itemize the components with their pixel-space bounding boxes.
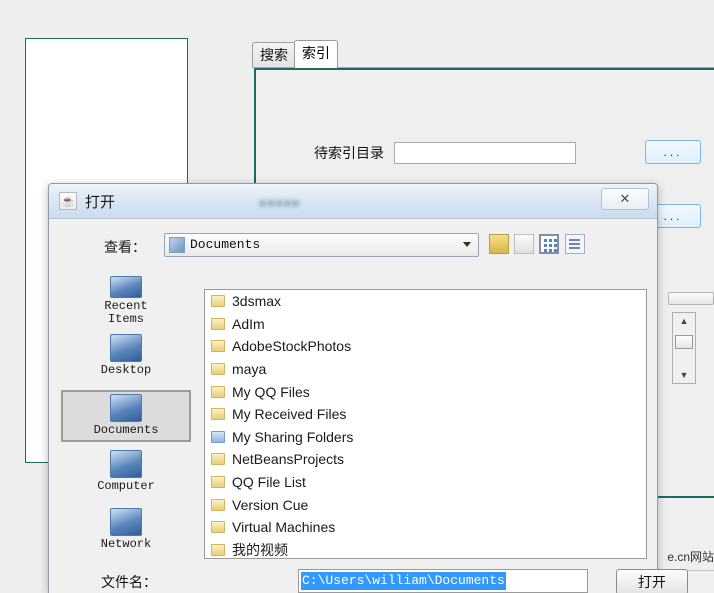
place-item-documents[interactable]: Documents [61, 390, 191, 442]
index-dir-input[interactable] [394, 142, 577, 164]
folder-icon [211, 543, 225, 556]
shared-folder-icon [211, 430, 225, 443]
scroll-up-icon[interactable]: ▲ [673, 313, 695, 329]
screen: 搜索 索引 待索引目录 ... ... ▲ ▼ e.cn网站 ☕ 打开 ■■■■… [0, 0, 714, 593]
browse-button-1[interactable]: ... [645, 140, 701, 164]
file-list-item[interactable]: 3dsmax [205, 290, 646, 313]
file-list-item-label: My QQ Files [232, 383, 310, 400]
network-icon [110, 508, 142, 536]
file-list-item[interactable]: Version Cue [205, 493, 646, 516]
dialog-titlebar[interactable]: ☕ 打开 ■■■■■ ✕ [49, 184, 657, 219]
folder-icon [211, 295, 225, 308]
index-dir-row: 待索引目录 [314, 142, 577, 164]
file-list-item-label: My Received Files [232, 406, 347, 423]
file-list-item-label: AdobeStockPhotos [232, 338, 352, 355]
tab-strip: 搜索 索引 [252, 40, 714, 68]
folder-icon [211, 476, 225, 489]
open-file-dialog: ☕ 打开 ■■■■■ ✕ 查看： Documents Recent Items … [48, 183, 688, 593]
places-sidebar: Recent Items Desktop Documents Computer Netw… [61, 274, 191, 551]
place-item-label: Computer [97, 479, 155, 493]
blurred-background-text: ■■■■■ [259, 196, 301, 210]
file-list-item-label: Virtual Machines [232, 519, 336, 536]
file-list-item[interactable]: NetBeansProjects [205, 448, 646, 471]
folder-icon [211, 498, 225, 511]
desktop-icon [110, 334, 142, 362]
file-list-item[interactable]: My Sharing Folders [205, 426, 646, 449]
file-list-item[interactable]: maya [205, 358, 646, 381]
details-view-icon[interactable] [565, 234, 585, 254]
java-coffee-icon: ☕ [59, 192, 77, 210]
file-list-item-label: NetBeansProjects [232, 451, 345, 468]
dialog-body: 查看： Documents Recent Items Desktop Docum… [49, 219, 688, 593]
vertical-scrollbar[interactable]: ▲ ▼ [672, 312, 696, 384]
list-view-icon[interactable] [539, 234, 559, 254]
folder-icon [211, 408, 225, 421]
look-in-label: 查看： [104, 239, 146, 255]
place-item-desktop[interactable]: Desktop [61, 332, 191, 384]
place-item-computer[interactable]: Computer [61, 448, 191, 500]
place-item-label: Documents [93, 423, 159, 437]
tab-search-label: 搜索 [260, 47, 288, 63]
folder-icon [211, 340, 225, 353]
place-item-label: Recent Items [104, 299, 148, 326]
corner-text: e.cn网站 [667, 550, 714, 564]
tab-index-label: 索引 [302, 45, 330, 61]
documents-icon [110, 394, 142, 422]
file-list-item-label: maya [232, 361, 267, 378]
file-list-item-label: 我的视频 [232, 541, 288, 558]
up-folder-icon[interactable] [489, 234, 509, 254]
file-name-label: 文件名： [101, 574, 157, 590]
file-list-item-label: 3dsmax [232, 293, 282, 310]
scrollbar-thumb[interactable] [675, 335, 693, 349]
look-in-combobox[interactable]: Documents [164, 233, 479, 257]
place-item-label: Desktop [100, 363, 152, 377]
recent-items-icon [110, 276, 142, 298]
file-list-item-label: My Sharing Folders [232, 428, 354, 445]
background-progress-bar [668, 292, 714, 305]
folder-icon [211, 363, 225, 376]
new-folder-icon[interactable] [514, 234, 534, 254]
file-list-item-label: QQ File List [232, 474, 306, 491]
place-item-network[interactable]: Network [61, 506, 191, 558]
tab-index[interactable]: 索引 [294, 40, 338, 68]
file-list[interactable]: 3dsmax AdIm AdobeStockPhotos maya My QQ File… [204, 289, 647, 559]
close-icon[interactable]: ✕ [601, 188, 649, 210]
file-list-item[interactable]: My QQ Files [205, 380, 646, 403]
look-in-value: Documents [190, 237, 261, 252]
folder-icon [211, 453, 225, 466]
chevron-down-icon[interactable] [463, 242, 471, 247]
file-list-item[interactable]: AdIm [205, 313, 646, 336]
file-name-input[interactable]: C:\Users\william\Documents [298, 569, 588, 593]
folder-icon [211, 385, 225, 398]
file-list-item[interactable]: AdobeStockPhotos [205, 335, 646, 358]
computer-icon [110, 450, 142, 478]
open-button[interactable]: 打开 [616, 569, 688, 593]
scroll-down-icon[interactable]: ▼ [673, 367, 695, 383]
place-item-label: Network [100, 537, 152, 551]
file-name-value: C:\Users\william\Documents [301, 572, 506, 590]
folder-icon [211, 521, 225, 534]
look-in-row: 查看： Documents [49, 233, 657, 259]
file-list-item[interactable]: Virtual Machines [205, 516, 646, 539]
index-dir-label: 待索引目录 [314, 145, 384, 161]
file-list-item[interactable]: 我的视频 [205, 539, 646, 558]
folder-icon [211, 317, 225, 330]
file-name-row: 文件名： C:\Users\william\Documents [101, 569, 647, 593]
file-list-item[interactable]: My Received Files [205, 403, 646, 426]
place-item-recent-items[interactable]: Recent Items [61, 274, 191, 326]
tab-search[interactable]: 搜索 [252, 42, 296, 68]
dialog-title: 打开 [85, 194, 116, 211]
file-list-item[interactable]: QQ File List [205, 471, 646, 494]
file-list-item-label: AdIm [232, 315, 265, 332]
file-list-item-label: Version Cue [232, 496, 309, 513]
folder-icon [169, 237, 185, 253]
